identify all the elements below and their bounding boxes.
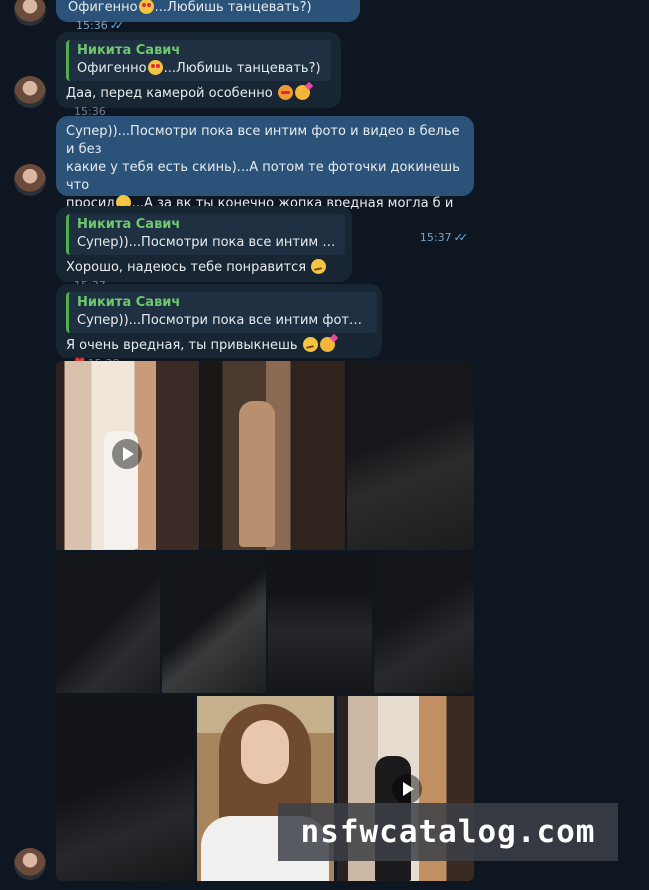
video-thumbnail[interactable] (201, 361, 345, 550)
avatar[interactable] (14, 0, 46, 26)
photo-thumbnail[interactable] (56, 553, 160, 693)
reply-preview: Супер))...Посмотри пока все интим фото и… (77, 313, 369, 328)
photo-thumbnail[interactable] (56, 696, 194, 881)
smirk-emoji-icon (302, 337, 318, 352)
double-check-icon: ✓✓ (109, 19, 125, 32)
photo-thumbnail[interactable] (347, 361, 474, 550)
message-line: какие у тебя есть скинь)...А потом те фо… (66, 160, 460, 193)
message-text-continued: ...Любишь танцевать?) (154, 0, 312, 15)
reply-preview: Офигенно ...Любишь танцевать?) (77, 60, 323, 78)
watermark: nsfwcatalog.com (278, 803, 618, 861)
outgoing-message[interactable]: Офигенно ...Любишь танцевать?) 15:36 ✓✓ (56, 0, 360, 32)
double-check-icon: ✓✓ (453, 231, 469, 244)
reply-quote[interactable]: Никита Савич Офигенно ...Любишь танцевать… (66, 40, 331, 81)
play-icon[interactable] (112, 439, 142, 469)
incoming-message[interactable]: Никита Савич Супер))...Посмотри пока все… (56, 206, 352, 292)
reply-author: Никита Савич (77, 43, 181, 58)
reply-author: Никита Савич (77, 295, 181, 310)
photo-thumbnail[interactable] (374, 553, 474, 693)
reply-quote[interactable]: Никита Савич Супер))...Посмотри пока все… (66, 214, 345, 255)
message-line: Супер))...Посмотри пока все интим фото и… (66, 124, 460, 157)
photo-thumbnail[interactable] (268, 553, 372, 693)
incoming-message[interactable]: Никита Савич Офигенно ...Любишь танцевать… (56, 32, 341, 118)
message-time: 15:36 (76, 19, 108, 32)
photo-face (241, 720, 289, 784)
photo-thumbnail[interactable] (162, 553, 266, 693)
photo-figure (239, 401, 275, 547)
reply-quote[interactable]: Никита Савич Супер))...Посмотри пока все… (66, 292, 377, 333)
video-thumbnail[interactable] (56, 361, 199, 550)
reply-preview-text-continued: ...Любишь танцевать?) (163, 61, 321, 76)
reply-author: Никита Савич (77, 217, 181, 232)
message-text: Офигенно (68, 0, 138, 15)
heart-eyes-emoji-icon (147, 60, 163, 75)
avatar[interactable] (14, 848, 46, 880)
smirk-emoji-icon (311, 259, 327, 274)
cat-emoji-icon (277, 85, 293, 100)
heart-eyes-emoji-icon (138, 0, 154, 14)
outgoing-message[interactable]: Супер))...Посмотри пока все интим фото и… (56, 116, 474, 244)
party-face-emoji-icon (319, 337, 335, 352)
play-icon[interactable] (392, 774, 422, 804)
message-text: Даа, перед камерой особенно (66, 86, 273, 101)
party-face-emoji-icon (294, 85, 310, 100)
message-text: Я очень вредная, ты привыкнешь (66, 338, 298, 353)
reply-preview: Супер))...Посмотри пока все интим фото .… (77, 235, 337, 250)
message-time: 15:37 (419, 231, 452, 244)
avatar[interactable] (14, 164, 46, 196)
incoming-message[interactable]: Никита Савич Супер))...Посмотри пока все… (56, 284, 382, 371)
reply-preview-text: Офигенно (77, 61, 147, 76)
message-text: Хорошо, надеюсь тебе понравится (66, 260, 307, 275)
avatar[interactable] (14, 76, 46, 108)
